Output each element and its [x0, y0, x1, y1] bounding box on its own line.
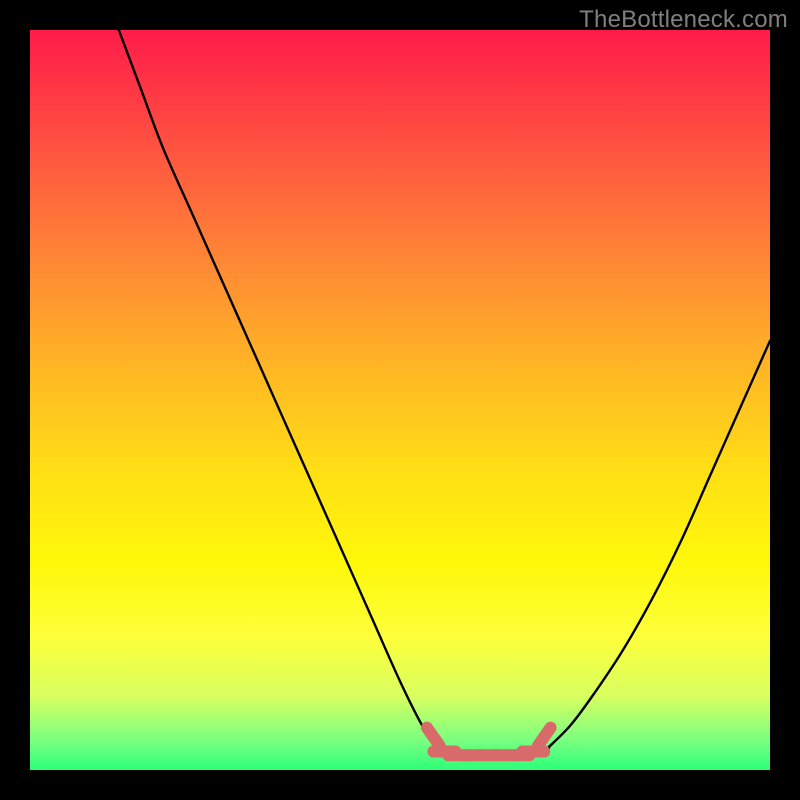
curve-svg: [30, 30, 770, 770]
valley-marker: [538, 728, 551, 746]
bottleneck-curve-path: [119, 30, 770, 756]
plot-area: [30, 30, 770, 770]
valley-marker: [427, 728, 440, 746]
valley-marker-group: [427, 728, 551, 756]
bottleneck-curve: [119, 30, 770, 756]
chart-frame: TheBottleneck.com: [0, 0, 800, 800]
